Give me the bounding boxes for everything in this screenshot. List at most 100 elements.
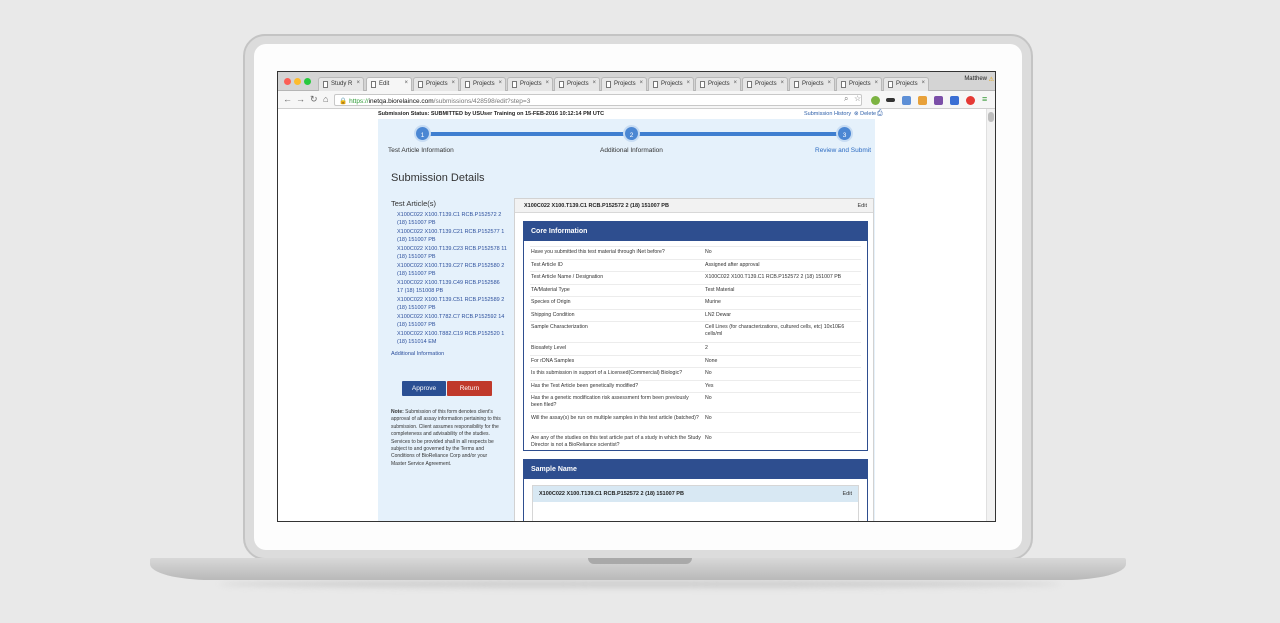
minimize-window-button[interactable] bbox=[294, 78, 301, 85]
close-tab-icon[interactable]: × bbox=[733, 80, 737, 86]
browser-tab[interactable]: Projects × bbox=[507, 77, 553, 91]
core-info-question: Are any of the studies on this test arti… bbox=[531, 435, 701, 448]
glasses-extension-icon[interactable] bbox=[886, 98, 895, 102]
scrollbar[interactable] bbox=[986, 109, 995, 521]
delete-link[interactable]: ⊗ Delete bbox=[854, 111, 876, 117]
extension-icon[interactable] bbox=[934, 96, 943, 105]
core-info-question: Will the assay(s) be run on multiple sam… bbox=[531, 415, 699, 421]
close-tab-icon[interactable]: × bbox=[356, 80, 360, 86]
step-2-dot[interactable]: 2 bbox=[623, 125, 640, 142]
document-icon bbox=[512, 81, 517, 88]
core-info-row: Test Article Name / Designation X100C022 … bbox=[530, 271, 861, 280]
core-info-row: Will the assay(s) be run on multiple sam… bbox=[530, 412, 861, 421]
document-icon bbox=[888, 81, 893, 88]
laptop-shadow bbox=[220, 580, 1060, 588]
maximize-window-button[interactable] bbox=[304, 78, 311, 85]
step-3-dot[interactable]: 3 bbox=[836, 125, 853, 142]
close-tab-icon[interactable]: × bbox=[545, 80, 549, 86]
tab-strip: Study R × Edit × Projects × Projects × Projects ×… bbox=[278, 72, 995, 92]
close-tab-icon[interactable]: × bbox=[639, 80, 643, 86]
close-tab-icon[interactable]: × bbox=[827, 80, 831, 86]
sample-card: X100C022 X100.T139.C1 RCB.P152572 2 (18)… bbox=[532, 485, 859, 521]
document-icon bbox=[700, 81, 705, 88]
scrollbar-thumb[interactable] bbox=[988, 112, 994, 122]
test-article-link[interactable]: X100C022 X100.T139.C27 RCB.P152580 2 (18… bbox=[397, 262, 507, 278]
edit-sample-link[interactable]: Edit bbox=[843, 491, 852, 497]
home-icon[interactable]: ⌂ bbox=[323, 94, 328, 104]
zoom-icon[interactable]: ⌕ bbox=[844, 94, 848, 104]
document-icon bbox=[323, 81, 328, 88]
close-tab-icon[interactable]: × bbox=[498, 80, 502, 86]
close-tab-icon[interactable]: × bbox=[404, 80, 408, 86]
submission-history-link[interactable]: Submission History bbox=[804, 111, 851, 117]
browser-tab[interactable]: Study R × bbox=[318, 77, 364, 91]
approval-note: Note: Submission of this form denotes cl… bbox=[391, 409, 503, 468]
close-tab-icon[interactable]: × bbox=[451, 80, 455, 86]
tab-label: Projects bbox=[520, 81, 542, 87]
step-1-dot[interactable]: 1 bbox=[414, 125, 431, 142]
core-information-section: Core Information Have you submitted this… bbox=[523, 221, 868, 451]
test-article-link[interactable]: X100C022 X100.T139.C1 RCB.P152572 2 (18)… bbox=[397, 211, 507, 227]
bookmark-star-icon[interactable]: ☆ bbox=[854, 94, 861, 103]
evernote-extension-icon[interactable] bbox=[871, 96, 880, 105]
back-arrow-icon[interactable]: ← bbox=[283, 94, 292, 104]
test-article-link[interactable]: X100C022 X100.T139.C23 RCB.P152578 11 (1… bbox=[397, 245, 507, 261]
close-tab-icon[interactable]: × bbox=[921, 80, 925, 86]
edit-article-link[interactable]: Edit bbox=[858, 203, 867, 209]
core-info-question: Test Article ID bbox=[531, 262, 563, 268]
profile-name[interactable]: Matthew bbox=[964, 76, 987, 82]
sample-card-title: X100C022 X100.T139.C1 RCB.P152572 2 (18)… bbox=[539, 491, 684, 497]
core-info-answer: Test Material bbox=[705, 287, 735, 293]
browser-tab[interactable]: Edit × bbox=[366, 77, 412, 92]
close-tab-icon[interactable]: × bbox=[592, 80, 596, 86]
article-header: X100C022 X100.T139.C1 RCB.P152572 2 (18)… bbox=[515, 199, 873, 213]
core-info-answer: No bbox=[705, 395, 712, 401]
reload-icon[interactable]: ↻ bbox=[310, 94, 318, 105]
core-info-answer: X100C022 X100.T139.C1 RCB.P152572 2 (18)… bbox=[705, 274, 842, 280]
browser-tab[interactable]: Projects × bbox=[554, 77, 600, 91]
browser-tab[interactable]: Projects × bbox=[742, 77, 788, 91]
document-icon bbox=[653, 81, 658, 88]
extension-icon[interactable] bbox=[918, 96, 927, 105]
return-button[interactable]: Return bbox=[447, 381, 492, 396]
address-bar[interactable]: 🔒 https://inetqa.biorelaince.com/submissi… bbox=[334, 94, 862, 106]
core-info-row: Has the Test Article been genetically mo… bbox=[530, 380, 861, 389]
opera-extension-icon[interactable] bbox=[966, 96, 975, 105]
core-info-answer: No bbox=[705, 415, 712, 421]
core-info-row: Biosafety Level 2 bbox=[530, 342, 861, 351]
core-info-row: Have you submitted this test material th… bbox=[530, 246, 861, 255]
extension-icon[interactable] bbox=[902, 96, 911, 105]
step-3-label[interactable]: Review and Submit bbox=[815, 147, 871, 154]
close-tab-icon[interactable]: × bbox=[686, 80, 690, 86]
test-article-link[interactable]: X100C022 X100.T139.C49 RCB.P152586 17 (1… bbox=[397, 279, 507, 295]
browser-tab[interactable]: Projects × bbox=[460, 77, 506, 91]
step-2-label[interactable]: Additional Information bbox=[600, 147, 663, 154]
note-label: Note: bbox=[391, 409, 404, 415]
close-tab-icon[interactable]: × bbox=[780, 80, 784, 86]
test-article-link[interactable]: X100C022 X100.T139.C51 RCB.P152589 2 (18… bbox=[397, 296, 507, 312]
approve-button[interactable]: Approve bbox=[402, 381, 446, 396]
menu-icon[interactable]: ≡ bbox=[982, 94, 987, 104]
submission-panel: 1 2 3 Test Article Information Additiona… bbox=[378, 119, 875, 521]
step-1-label[interactable]: Test Article Information bbox=[388, 147, 454, 154]
core-info-answer: Assigned after approval bbox=[705, 262, 760, 268]
core-info-answer: No bbox=[705, 249, 712, 255]
browser-tab[interactable]: Projects × bbox=[648, 77, 694, 91]
browser-tab[interactable]: Projects × bbox=[695, 77, 741, 91]
additional-information-link[interactable]: Additional Information bbox=[391, 351, 444, 357]
core-info-question: Has the Test Article been genetically mo… bbox=[531, 383, 639, 389]
browser-tab[interactable]: Projects × bbox=[836, 77, 882, 91]
browser-tab[interactable]: Projects × bbox=[883, 77, 929, 91]
test-article-link[interactable]: X100C022 X100.T882.C19 RCB.P152520 1 (18… bbox=[397, 330, 507, 346]
test-article-link[interactable]: X100C022 X100.T782.C7 RCB.P152592 14 (18… bbox=[397, 313, 507, 329]
close-tab-icon[interactable]: × bbox=[874, 80, 878, 86]
print-icon[interactable]: ⎙ bbox=[877, 110, 883, 118]
browser-tab[interactable]: Projects × bbox=[413, 77, 459, 91]
test-article-link[interactable]: X100C022 X100.T139.C21 RCB.P152577 1 (18… bbox=[397, 228, 507, 244]
extension-icon[interactable] bbox=[950, 96, 959, 105]
forward-arrow-icon[interactable]: → bbox=[296, 94, 305, 104]
close-window-button[interactable] bbox=[284, 78, 291, 85]
browser-tab[interactable]: Projects × bbox=[601, 77, 647, 91]
sample-name-section: Sample Name X100C022 X100.T139.C1 RCB.P1… bbox=[523, 459, 868, 521]
browser-tab[interactable]: Projects × bbox=[789, 77, 835, 91]
